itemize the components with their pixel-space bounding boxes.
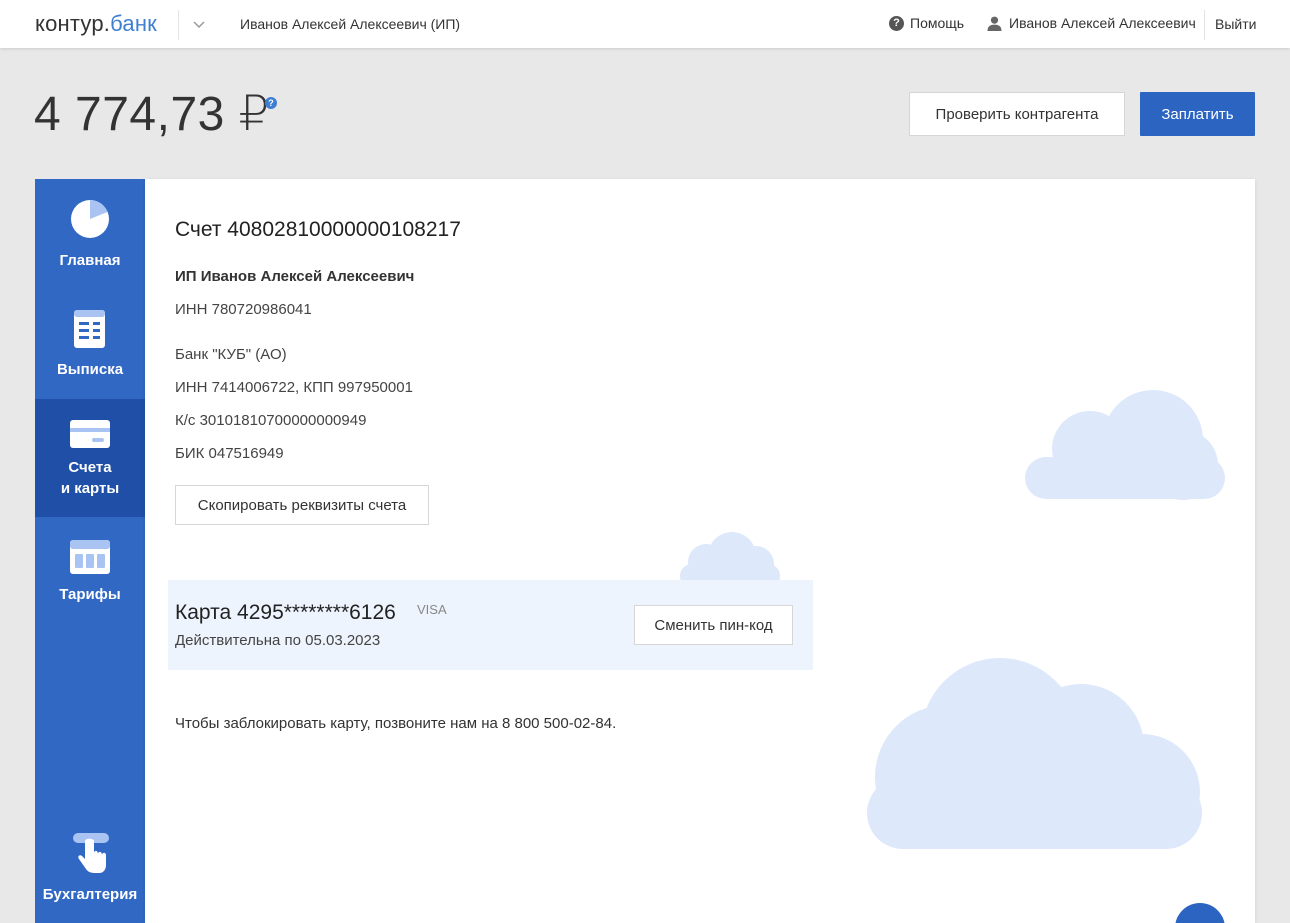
card-icon	[70, 420, 110, 448]
bank-inn-kpp: ИНН 7414006722, КПП 997950001	[175, 379, 413, 396]
balance-help-icon[interactable]: ?	[265, 97, 277, 109]
user-icon	[987, 16, 1002, 31]
card-validity: Действительна по 05.03.2023	[175, 632, 381, 649]
balance-amount: 4 774,73 ₽	[34, 88, 270, 141]
company-name: Иванов Алексей Алексеевич (ИП)	[240, 16, 461, 32]
card-brand: VISA	[417, 602, 447, 617]
sidebar-item-accounting[interactable]: Бухгалтерия	[35, 819, 145, 923]
user-name: Иванов Алексей Алексеевич	[1009, 15, 1196, 31]
sidebar-label: и карты	[60, 480, 120, 497]
sidebar-item-statement[interactable]: Выписка	[35, 289, 145, 399]
sidebar-label: Счета	[68, 459, 112, 476]
pay-button[interactable]: Заплатить	[1140, 92, 1255, 136]
sidebar-item-main[interactable]: Главная	[35, 179, 145, 289]
kontur-bank-logo[interactable]: контур.банк	[35, 11, 157, 37]
hand-pointer-icon	[73, 833, 109, 873]
cloud-icon	[1025, 390, 1225, 500]
logout-link[interactable]: Выйти	[1215, 16, 1256, 32]
help-label: Помощь	[910, 15, 965, 31]
bank-name: Банк "КУБ" (АО)	[175, 346, 287, 363]
divider	[1204, 10, 1205, 40]
card-number: Карта 4295********6126	[175, 601, 396, 624]
bik: БИК 047516949	[175, 445, 284, 462]
top-bar: контур.банк Иванов Алексей Алексеевич (И…	[0, 0, 1290, 48]
sidebar-label: Тарифы	[59, 586, 121, 603]
sidebar-label: Бухгалтерия	[42, 886, 138, 903]
check-counterparty-button[interactable]: Проверить контрагента	[909, 92, 1125, 136]
chevron-down-icon[interactable]	[190, 15, 208, 33]
sidebar: Главная Выписка Счета и карты Тарифы Бух…	[35, 179, 145, 923]
cloud-icon	[867, 658, 1202, 849]
account-title: Счет 40802810000000108217	[175, 218, 461, 241]
corr-account: К/с 30101810700000000949	[175, 412, 367, 429]
bank-card-block: Карта 4295********6126 VISA Действительн…	[168, 580, 813, 670]
question-icon: ?	[889, 15, 904, 31]
user-menu[interactable]: Иванов Алексей Алексеевич	[987, 15, 1196, 31]
help-link[interactable]: ? Помощь	[889, 15, 964, 31]
statement-icon	[74, 310, 105, 348]
pie-chart-icon	[71, 200, 109, 238]
sidebar-item-tariffs[interactable]: Тарифы	[35, 517, 145, 627]
change-pin-button[interactable]: Сменить пин-код	[634, 605, 793, 645]
divider	[178, 10, 179, 40]
copy-requisites-button[interactable]: Скопировать реквизиты счета	[175, 485, 429, 525]
sidebar-label: Главная	[59, 252, 121, 269]
block-card-note: Чтобы заблокировать карту, позвоните нам…	[175, 715, 617, 732]
owner-inn: ИНН 780720986041	[175, 301, 312, 318]
sidebar-item-accounts-cards[interactable]: Счета и карты	[35, 399, 145, 517]
account-card: Счет 40802810000000108217 ИП Иванов Алек…	[145, 179, 1255, 923]
account-owner: ИП Иванов Алексей Алексеевич	[175, 268, 415, 285]
sidebar-label: Выписка	[56, 361, 124, 378]
tariffs-icon	[70, 540, 110, 574]
